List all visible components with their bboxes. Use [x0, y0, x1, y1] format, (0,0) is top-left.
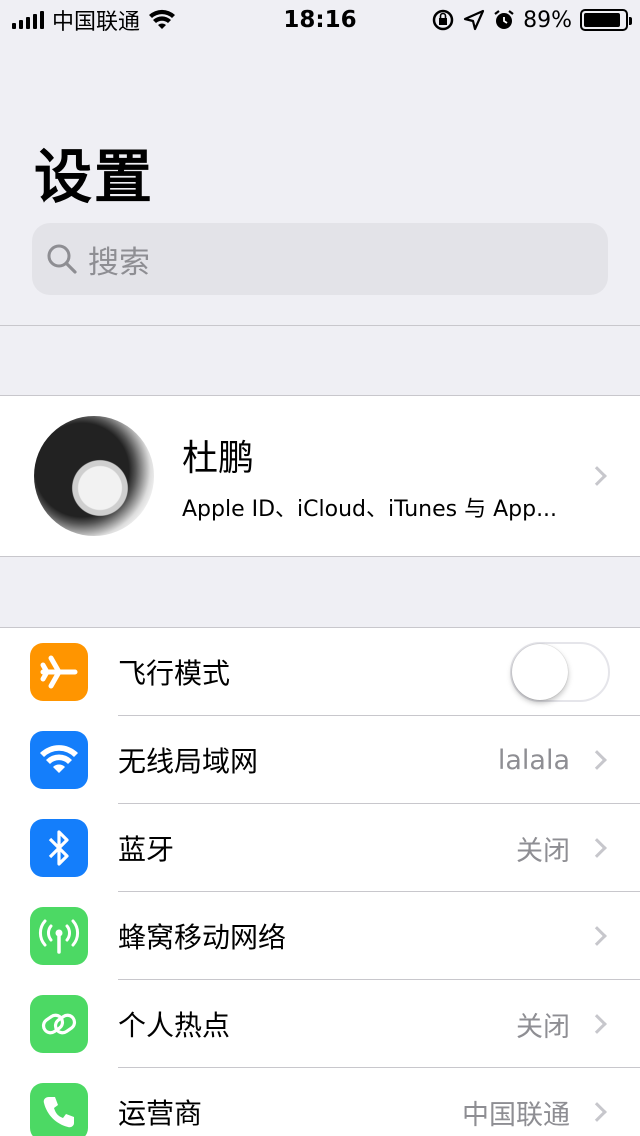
settings-row-value: 关闭 [516, 835, 570, 867]
settings-row-wifi[interactable]: 无线局域网 lalala [0, 716, 640, 804]
chevron-right-icon [587, 926, 607, 946]
wifi-icon [30, 731, 88, 789]
chevron-right-icon [587, 1102, 607, 1122]
orientation-lock-icon [432, 9, 454, 31]
search-icon [47, 244, 77, 274]
alarm-icon [494, 10, 514, 29]
settings-row-cellular[interactable]: 蜂窝移动网络 [0, 892, 640, 980]
settings-row-airplane-mode[interactable]: 飞行模式 [0, 628, 640, 716]
chevron-right-icon [587, 466, 607, 486]
search-input[interactable]: 搜索 [88, 237, 150, 282]
settings-row-value: 中国联通 [462, 1099, 570, 1131]
settings-row-carrier[interactable]: 运营商 中国联通 [0, 1068, 640, 1136]
battery-percent: 89% [523, 7, 572, 33]
settings-row-personal-hotspot[interactable]: 个人热点 关闭 [0, 980, 640, 1068]
bluetooth-icon [30, 819, 88, 877]
profile-subtitle: Apple ID、iCloud、iTunes 与 App... [182, 497, 558, 522]
settings-row-value: 关闭 [516, 1011, 570, 1043]
chevron-right-icon [587, 1014, 607, 1034]
signal-strength-icon [12, 11, 44, 29]
battery-icon [580, 9, 632, 31]
settings-row-label: 个人热点 [118, 1009, 231, 1042]
settings-row-label: 运营商 [118, 1097, 203, 1130]
status-bar: 中国联通 18:16 89% [0, 0, 640, 40]
page-title: 设置 [34, 143, 155, 211]
settings-list: 飞行模式 无线局域网 lalala 蓝牙 关闭 蜂窝移动网络 个人热点 关闭 运… [0, 628, 640, 1136]
cellular-icon [30, 907, 88, 965]
chevron-right-icon [587, 750, 607, 770]
settings-row-label: 蜂窝移动网络 [118, 921, 287, 954]
airplane-icon [30, 643, 88, 701]
status-right: 89% [431, 7, 632, 33]
hotspot-icon [30, 995, 88, 1053]
avatar [34, 416, 154, 536]
airplane-mode-toggle[interactable] [510, 642, 610, 702]
phone-icon [30, 1083, 88, 1136]
carrier-label: 中国联通 [52, 10, 141, 35]
divider [0, 556, 640, 557]
status-left: 中国联通 [12, 4, 176, 36]
toggle-knob [512, 644, 568, 700]
settings-row-label: 飞行模式 [118, 657, 231, 690]
settings-row-bluetooth[interactable]: 蓝牙 关闭 [0, 804, 640, 892]
chevron-right-icon [587, 838, 607, 858]
settings-row-label: 蓝牙 [118, 833, 175, 866]
profile-row[interactable]: 杜鹏 Apple ID、iCloud、iTunes 与 App... [0, 396, 640, 556]
search-bar[interactable]: 搜索 [32, 223, 608, 295]
profile-name: 杜鹏 [182, 438, 255, 479]
profile-text: 杜鹏 Apple ID、iCloud、iTunes 与 App... [182, 429, 557, 523]
divider [0, 325, 640, 326]
settings-row-label: 无线局域网 [118, 745, 259, 778]
location-icon [463, 9, 485, 31]
settings-row-value: lalala [497, 744, 570, 776]
battery-fill [584, 13, 620, 27]
wifi-status-icon [149, 9, 176, 29]
